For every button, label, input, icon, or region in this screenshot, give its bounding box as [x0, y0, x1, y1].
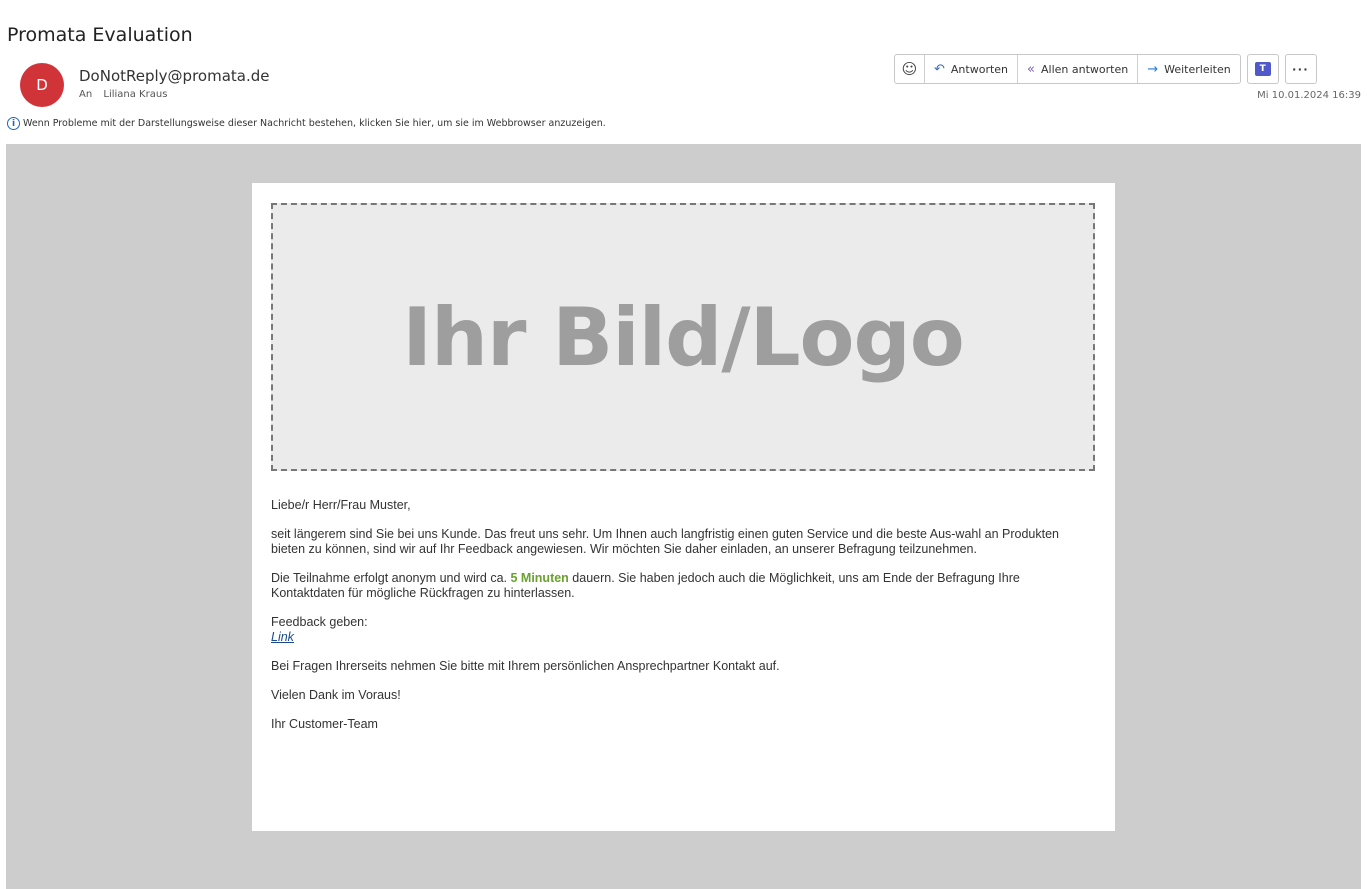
sender-address[interactable]: DoNotReply@promata.de	[79, 67, 269, 85]
sender-avatar[interactable]: D	[20, 63, 64, 107]
mail-content-card: Ihr Bild/Logo Liebe/r Herr/Frau Muster, …	[252, 183, 1115, 831]
reaction-button[interactable]: ☺	[895, 55, 925, 83]
info-text[interactable]: Wenn Probleme mit der Darstellungsweise …	[23, 118, 606, 129]
paragraph-participation-start: Die Teilnahme erfolgt anonym und wird ca…	[271, 571, 511, 585]
reply-all-button[interactable]: « Allen antworten	[1018, 55, 1139, 83]
forward-label: Weiterleiten	[1164, 62, 1231, 76]
feedback-link[interactable]: Link	[271, 630, 294, 644]
feedback-label: Feedback geben:	[271, 615, 368, 629]
reply-label: Antworten	[950, 62, 1009, 76]
forward-button[interactable]: → Weiterleiten	[1138, 55, 1240, 83]
paragraph-intro: seit längerem sind Sie bei uns Kunde. Da…	[271, 527, 1059, 556]
mail-body: Liebe/r Herr/Frau Muster, seit längerem …	[271, 498, 1086, 746]
feedback-block: Feedback geben: Link	[271, 615, 1086, 645]
more-actions-button[interactable]: ···	[1284, 54, 1317, 84]
reply-icon: ↶	[934, 61, 945, 77]
paragraph-questions: Bei Fragen Ihrerseits nehmen Sie bitte m…	[271, 659, 780, 673]
greeting: Liebe/r Herr/Frau Muster,	[271, 498, 411, 512]
duration-highlight: 5 Minuten	[510, 571, 569, 585]
paragraph-thanks: Vielen Dank im Voraus!	[271, 688, 401, 702]
reply-button[interactable]: ↶ Antworten	[925, 55, 1019, 83]
to-label: An	[79, 89, 93, 100]
message-toolbar: ☺ ↶ Antworten « Allen antworten → Weiter…	[894, 54, 1317, 84]
mail-subject: Promata Evaluation	[7, 24, 193, 46]
info-icon: i	[7, 117, 20, 130]
info-bar[interactable]: i Wenn Probleme mit der Darstellungsweis…	[7, 117, 606, 130]
teams-icon: T	[1254, 62, 1271, 76]
logo-placeholder-text: Ihr Bild/Logo	[402, 290, 964, 384]
paragraph-participation: Die Teilnahme erfolgt anonym und wird ca…	[271, 571, 1086, 601]
reply-all-icon: «	[1027, 61, 1035, 77]
more-icon: ···	[1292, 61, 1310, 77]
action-button-group: ☺ ↶ Antworten « Allen antworten → Weiter…	[894, 54, 1241, 84]
recipient-name[interactable]: Liliana Kraus	[103, 89, 167, 100]
signature: Ihr Customer-Team	[271, 717, 378, 731]
reply-all-label: Allen antworten	[1041, 62, 1129, 76]
forward-icon: →	[1147, 61, 1159, 77]
received-date: Mi 10.01.2024 16:39	[1257, 90, 1361, 101]
smiley-icon: ☺	[901, 60, 918, 78]
teams-button[interactable]: T	[1246, 54, 1279, 84]
recipient-line: An Liliana Kraus	[79, 89, 167, 100]
logo-placeholder: Ihr Bild/Logo	[271, 203, 1095, 471]
